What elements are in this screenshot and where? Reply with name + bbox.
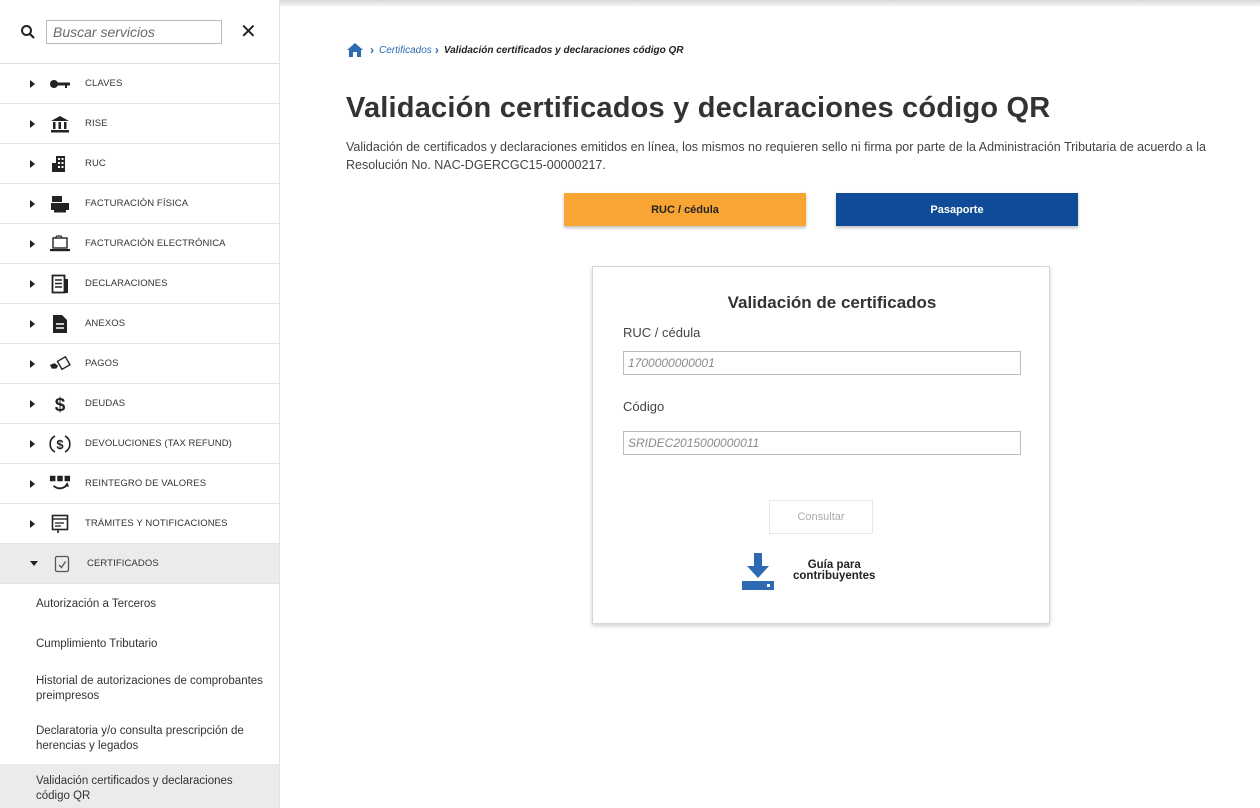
tab-pasaporte[interactable]: Pasaporte — [836, 193, 1078, 226]
sidebar-item-deudas[interactable]: $ DEUDAS — [0, 384, 279, 424]
validation-card: Validación de certificados RUC / cédula … — [592, 266, 1050, 624]
sidebar-item-declaraciones[interactable]: DECLARACIONES — [0, 264, 279, 304]
caret-right-icon — [30, 359, 35, 368]
breadcrumb-separator-icon: › — [434, 43, 439, 57]
caret-right-icon — [30, 199, 35, 208]
guide-line-2: contribuyentes — [793, 570, 876, 582]
tab-ruc-cedula[interactable]: RUC / cédula — [564, 193, 806, 226]
search-row: ✕ — [0, 0, 279, 64]
caret-right-icon — [30, 399, 35, 408]
submenu-label: Validación certificados y declaraciones … — [36, 775, 233, 802]
search-input[interactable] — [46, 19, 222, 44]
dollar-circle-icon: $ — [49, 433, 71, 455]
sidebar-item-label: REINTEGRO DE VALORES — [85, 478, 207, 489]
code-input[interactable] — [623, 431, 1021, 455]
sidebar-item-label: DEVOLUCIONES (TAX REFUND) — [85, 438, 232, 449]
code-label: Código — [623, 399, 665, 414]
caret-right-icon — [30, 119, 35, 128]
submenu-item-historial-autorizaciones[interactable]: Historial de autorizaciones de comproban… — [0, 664, 279, 714]
guide-link[interactable]: Guía para contribuyentes — [741, 551, 875, 591]
payment-hand-icon — [49, 353, 71, 375]
caret-right-icon — [30, 79, 35, 88]
caret-right-icon — [30, 239, 35, 248]
sidebar-item-label: DECLARACIONES — [85, 278, 168, 289]
breadcrumb-current: Validación certificados y declaraciones … — [443, 44, 684, 56]
caret-right-icon — [30, 279, 35, 288]
sidebar-item-claves[interactable]: CLAVES — [0, 64, 279, 104]
ruc-label: RUC / cédula — [623, 325, 701, 340]
sidebar-item-label: ANEXOS — [85, 318, 126, 329]
svg-text:$: $ — [55, 395, 66, 414]
laptop-icon — [49, 233, 71, 255]
sidebar-item-certificados[interactable]: CERTIFICADOS — [0, 544, 279, 584]
bank-icon — [49, 113, 71, 135]
sidebar-item-label: PAGOS — [85, 358, 119, 369]
breadcrumb: › Certificados › Validación certificados… — [346, 42, 684, 58]
main-content: › Certificados › Validación certificados… — [280, 6, 1260, 808]
card-title: Validación de certificados — [727, 293, 937, 312]
sidebar-item-tramites[interactable]: TRÁMITES Y NOTIFICACIONES — [0, 504, 279, 544]
guide-text: Guía para contribuyentes — [793, 559, 876, 582]
close-icon[interactable]: ✕ — [240, 22, 257, 42]
sidebar-item-label: FACTURACIÓN FÍSICA — [85, 198, 189, 209]
sidebar-item-reintegro[interactable]: REINTEGRO DE VALORES — [0, 464, 279, 504]
breadcrumb-link-certificados[interactable]: Certificados — [379, 45, 432, 56]
search-icon — [21, 24, 35, 39]
sidebar-item-pagos[interactable]: PAGOS — [0, 344, 279, 384]
sidebar: ✕ CLAVES RISE RUC FACTURACIÓN FÍSICA — [0, 0, 280, 808]
key-icon — [49, 73, 71, 95]
ruc-input[interactable] — [623, 351, 1021, 375]
notification-doc-icon — [49, 513, 71, 535]
sidebar-item-label: CERTIFICADOS — [87, 558, 159, 569]
certificate-icon — [51, 553, 73, 575]
svg-text:$: $ — [56, 437, 64, 452]
building-icon — [49, 153, 71, 175]
sidebar-item-facturacion-fisica[interactable]: FACTURACIÓN FÍSICA — [0, 184, 279, 224]
sidebar-item-label: RISE — [85, 118, 108, 129]
breadcrumb-separator-icon: › — [370, 43, 374, 57]
submenu-label: Declaratoria y/o consulta prescripción d… — [36, 725, 244, 752]
refund-icon — [49, 473, 71, 495]
submenu-item-autorizacion-terceros[interactable]: Autorización a Terceros — [0, 584, 279, 624]
sidebar-item-facturacion-electronica[interactable]: FACTURACIÓN ELECTRÓNICA — [0, 224, 279, 264]
home-icon[interactable] — [346, 42, 364, 58]
caret-down-icon — [30, 561, 38, 566]
sidebar-item-rise[interactable]: RISE — [0, 104, 279, 144]
printer-icon — [49, 193, 71, 215]
sidebar-item-label: DEUDAS — [85, 398, 126, 409]
caret-right-icon — [30, 479, 35, 488]
document-icon — [49, 273, 71, 295]
sidebar-item-label: FACTURACIÓN ELECTRÓNICA — [85, 238, 226, 249]
consultar-button[interactable]: Consultar — [769, 500, 873, 534]
sidebar-item-label: RUC — [85, 158, 106, 169]
dollar-icon: $ — [49, 393, 71, 415]
download-icon — [742, 553, 774, 590]
page-description: Validación de certificados y declaracion… — [346, 140, 1206, 172]
sidebar-item-label: TRÁMITES Y NOTIFICACIONES — [85, 518, 228, 529]
caret-right-icon — [30, 319, 35, 328]
caret-right-icon — [30, 439, 35, 448]
caret-right-icon — [30, 519, 35, 528]
submenu-label: Historial de autorizaciones de comproban… — [36, 675, 263, 702]
sidebar-item-label: CLAVES — [85, 78, 123, 89]
file-icon — [49, 313, 71, 335]
caret-right-icon — [30, 159, 35, 168]
submenu-item-declaratoria-herencias[interactable]: Declaratoria y/o consulta prescripción d… — [0, 714, 279, 764]
submenu-item-cumplimiento-tributario[interactable]: Cumplimiento Tributario — [0, 624, 279, 664]
page-title: Validación certificados y declaraciones … — [346, 92, 1051, 124]
sidebar-item-devoluciones[interactable]: $ DEVOLUCIONES (TAX REFUND) — [0, 424, 279, 464]
submenu-item-validacion-qr[interactable]: Validación certificados y declaraciones … — [0, 764, 279, 808]
sidebar-item-anexos[interactable]: ANEXOS — [0, 304, 279, 344]
sidebar-item-ruc[interactable]: RUC — [0, 144, 279, 184]
